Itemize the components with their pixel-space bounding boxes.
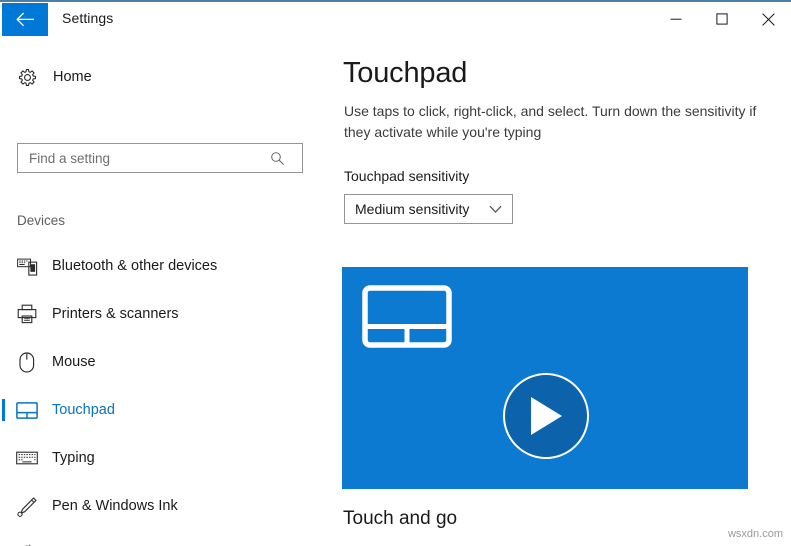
maximize-button[interactable]	[699, 2, 745, 36]
sidebar-item-label: Pen & Windows Ink	[52, 498, 178, 514]
main-content: Touchpad Use taps to click, right-click,…	[325, 38, 791, 546]
video-caption: Touch and go	[343, 508, 458, 529]
sidebar-item-mouse[interactable]: Mouse	[0, 338, 325, 386]
sidebar-item-label: Mouse	[52, 354, 96, 370]
sidebar: Home Devices	[0, 38, 325, 546]
minimize-icon	[670, 18, 682, 20]
keyboard-icon	[14, 451, 40, 465]
sidebar-item-label: Typing	[52, 450, 95, 466]
close-button[interactable]	[745, 2, 791, 36]
sensitivity-label: Touchpad sensitivity	[344, 168, 470, 184]
sidebar-nav-list: Bluetooth & other devices Printers & sca…	[0, 242, 325, 546]
watermark: wsxdn.com	[727, 528, 783, 540]
sidebar-item-home[interactable]: Home	[0, 60, 325, 94]
search-icon[interactable]	[264, 151, 290, 166]
sidebar-item-touchpad[interactable]: Touchpad	[0, 386, 325, 434]
sidebar-item-label: Touchpad	[52, 402, 115, 418]
window-title: Settings	[62, 10, 114, 26]
sensitivity-value: Medium sensitivity	[355, 201, 470, 217]
selection-indicator	[2, 303, 5, 325]
back-arrow-icon	[15, 12, 34, 27]
selection-indicator	[2, 447, 5, 469]
title-bar: Settings	[0, 2, 791, 38]
gear-icon	[15, 68, 39, 87]
sidebar-item-bluetooth-and-other-devices[interactable]: Bluetooth & other devices	[0, 242, 325, 290]
minimize-button[interactable]	[653, 2, 699, 36]
play-button[interactable]	[503, 373, 589, 459]
touchpad-outline-icon	[362, 285, 452, 353]
search-input[interactable]	[29, 150, 264, 166]
page-description: Use taps to click, right-click, and sele…	[344, 103, 757, 140]
selection-indicator	[2, 495, 5, 517]
back-button[interactable]	[2, 3, 48, 36]
play-icon	[531, 397, 562, 435]
maximize-icon	[716, 13, 728, 25]
sidebar-category-header: Devices	[17, 213, 66, 228]
sidebar-home-label: Home	[53, 69, 92, 85]
selection-indicator	[2, 351, 5, 373]
touchpad-video-panel[interactable]	[342, 267, 748, 489]
sensitivity-dropdown[interactable]: Medium sensitivity	[344, 194, 513, 224]
search-box[interactable]	[17, 143, 303, 173]
pen-icon	[14, 496, 40, 517]
page-title: Touchpad	[343, 57, 468, 89]
window-controls	[653, 2, 791, 36]
sidebar-item-label: Printers & scanners	[52, 306, 179, 322]
mouse-icon	[14, 351, 40, 373]
touchpad-icon	[14, 401, 40, 419]
sidebar-item-pen-and-windows-ink[interactable]: Pen & Windows Ink	[0, 482, 325, 530]
sidebar-item-label: Bluetooth & other devices	[52, 258, 218, 274]
selection-indicator	[2, 255, 5, 277]
sidebar-item-typing[interactable]: Typing	[0, 434, 325, 482]
devices-icon	[14, 257, 40, 276]
sidebar-item-autoplay[interactable]: AutoPlay	[0, 530, 325, 546]
printer-icon	[14, 304, 40, 324]
settings-window: Settings Home Find a setting Devices Blu…	[0, 0, 791, 546]
close-icon	[761, 12, 775, 26]
chevron-down-icon	[489, 205, 502, 214]
sidebar-item-printers-and-scanners[interactable]: Printers & scanners	[0, 290, 325, 338]
selection-indicator	[2, 399, 5, 421]
